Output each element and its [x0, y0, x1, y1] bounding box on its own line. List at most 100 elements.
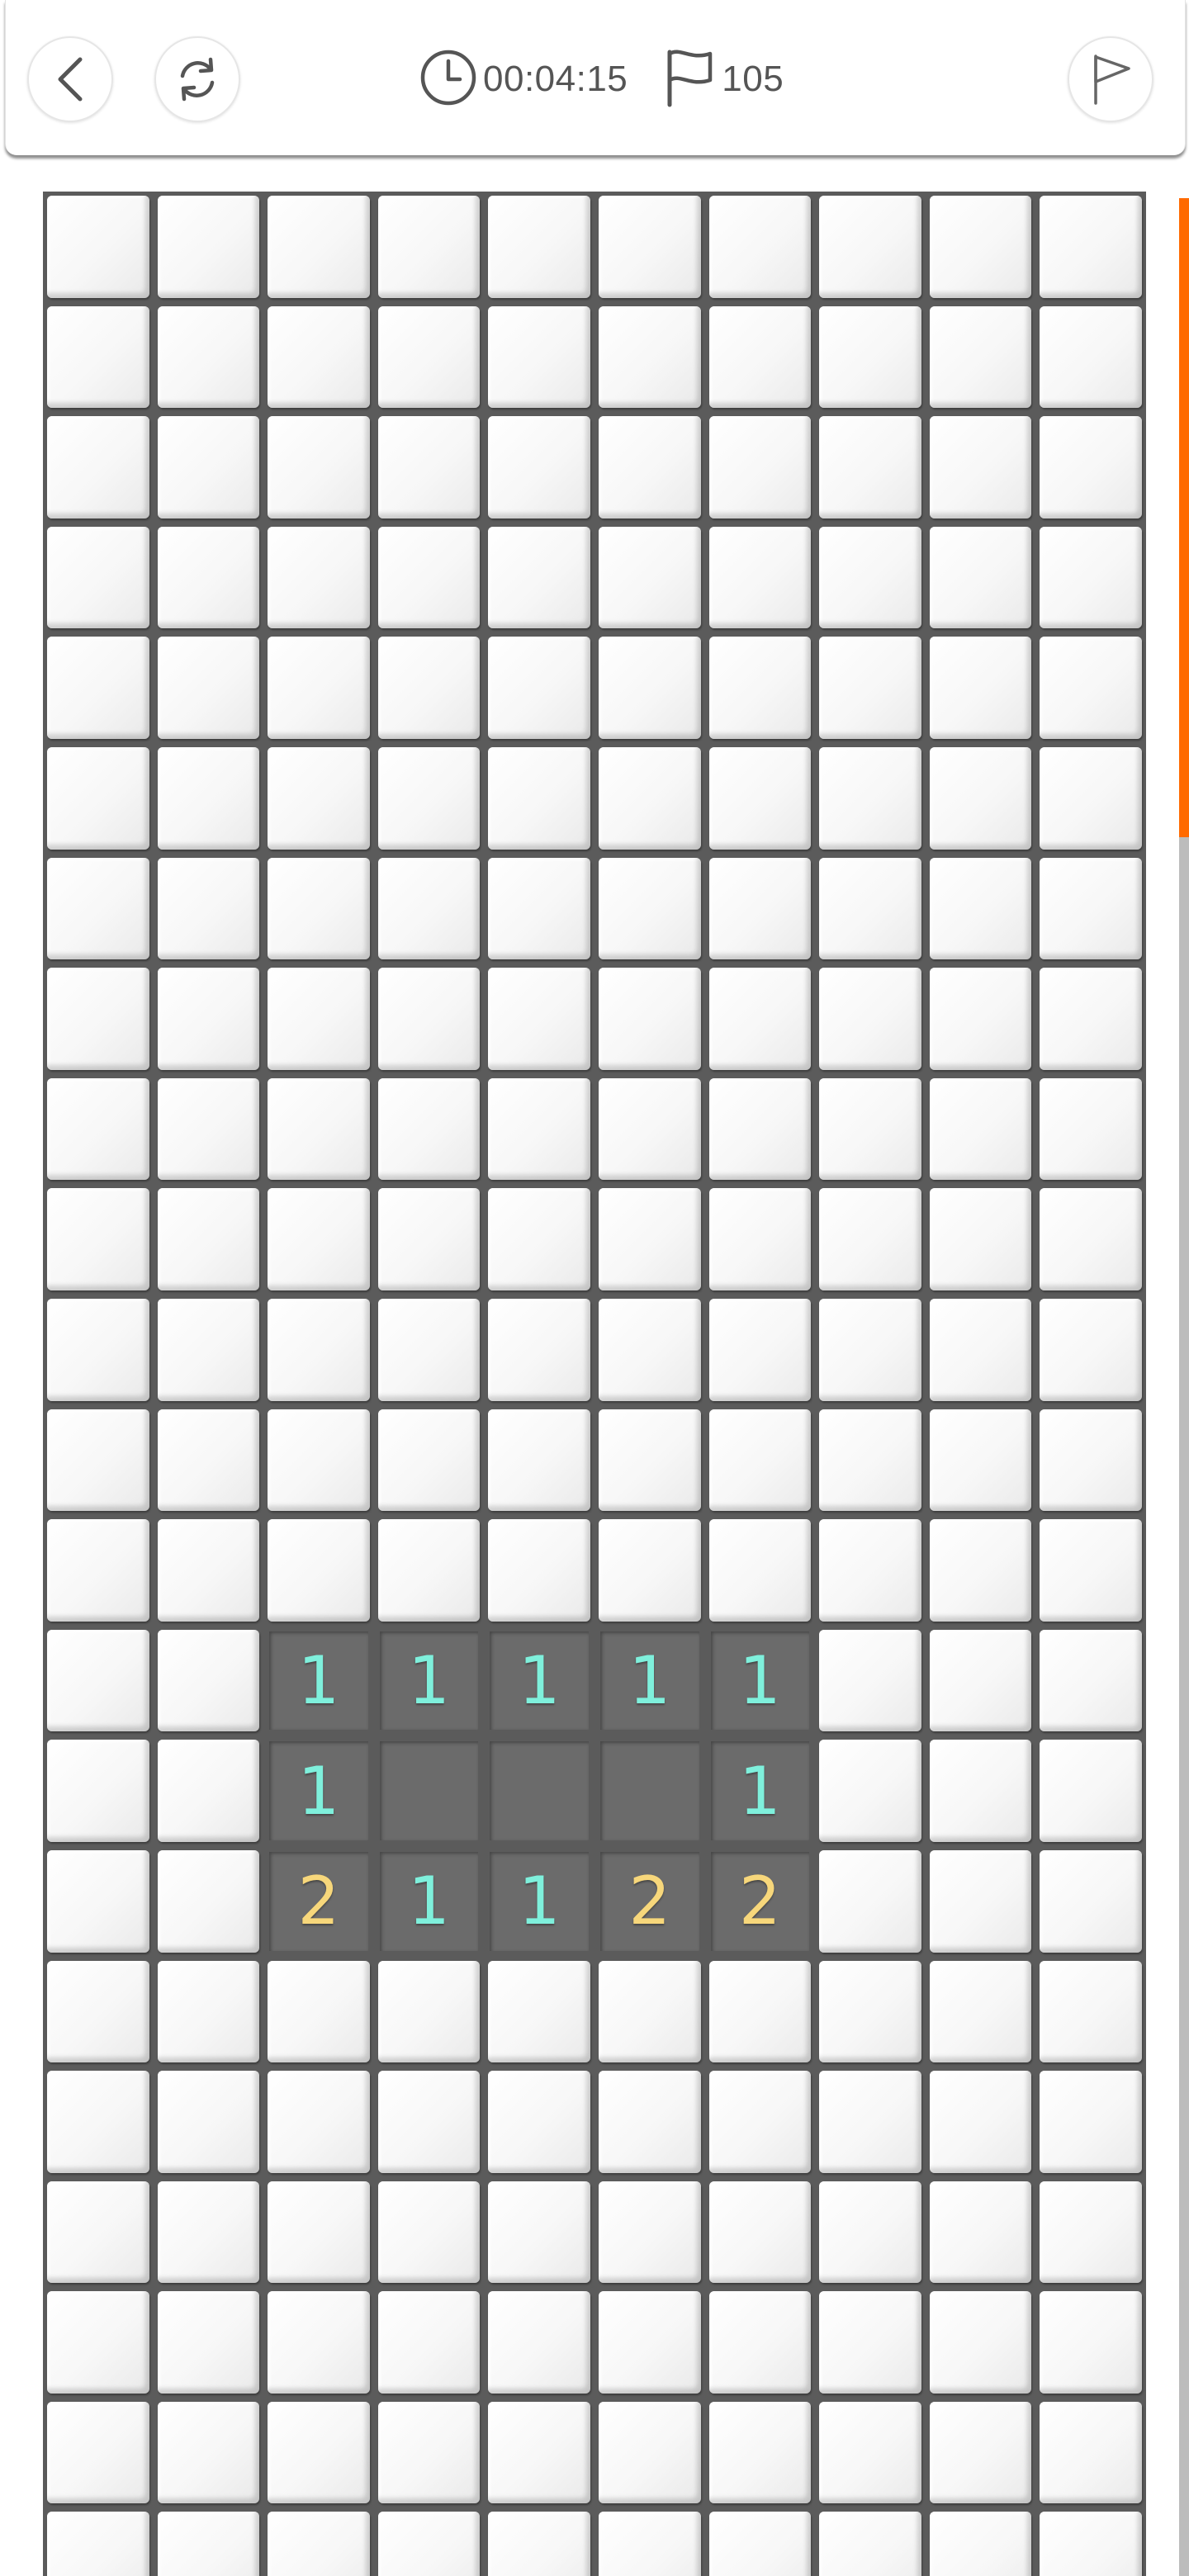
hidden-cell[interactable]: [43, 1074, 154, 1185]
hidden-cell[interactable]: [705, 854, 816, 964]
hidden-cell[interactable]: [594, 412, 705, 523]
hidden-cell[interactable]: [594, 1074, 705, 1185]
hidden-cell[interactable]: [1035, 1074, 1146, 1185]
hidden-cell[interactable]: [263, 523, 374, 633]
revealed-cell[interactable]: 1: [705, 1626, 816, 1736]
hidden-cell[interactable]: [815, 2067, 926, 2177]
hidden-cell[interactable]: [705, 523, 816, 633]
hidden-cell[interactable]: [374, 1074, 485, 1185]
hidden-cell[interactable]: [926, 632, 1036, 743]
hidden-cell[interactable]: [263, 412, 374, 523]
hidden-cell[interactable]: [815, 1295, 926, 1405]
hidden-cell[interactable]: [154, 192, 264, 302]
hidden-cell[interactable]: [154, 1515, 264, 1626]
hidden-cell[interactable]: [594, 523, 705, 633]
hidden-cell[interactable]: [154, 964, 264, 1074]
hidden-cell[interactable]: [926, 1735, 1036, 1846]
hidden-cell[interactable]: [374, 2177, 485, 2288]
hidden-cell[interactable]: [154, 2177, 264, 2288]
hidden-cell[interactable]: [263, 632, 374, 743]
hidden-cell[interactable]: [705, 1074, 816, 1185]
hidden-cell[interactable]: [43, 192, 154, 302]
hidden-cell[interactable]: [1035, 1405, 1146, 1516]
hidden-cell[interactable]: [705, 632, 816, 743]
hidden-cell[interactable]: [594, 964, 705, 1074]
hidden-cell[interactable]: [926, 854, 1036, 964]
scroll-thumb[interactable]: [1179, 198, 1189, 837]
hidden-cell[interactable]: [43, 1846, 154, 1957]
revealed-cell[interactable]: 1: [484, 1846, 594, 1957]
hidden-cell[interactable]: [815, 1184, 926, 1295]
hidden-cell[interactable]: [815, 2177, 926, 2288]
hidden-cell[interactable]: [484, 1295, 594, 1405]
board-scrollbar[interactable]: [1179, 198, 1189, 2576]
hidden-cell[interactable]: [154, 1405, 264, 1516]
hidden-cell[interactable]: [594, 2398, 705, 2508]
hidden-cell[interactable]: [594, 1184, 705, 1295]
hidden-cell[interactable]: [1035, 523, 1146, 633]
hidden-cell[interactable]: [484, 743, 594, 854]
hidden-cell[interactable]: [43, 2287, 154, 2398]
hidden-cell[interactable]: [374, 2067, 485, 2177]
hidden-cell[interactable]: [594, 1515, 705, 1626]
hidden-cell[interactable]: [374, 964, 485, 1074]
hidden-cell[interactable]: [43, 1184, 154, 1295]
hidden-cell[interactable]: [705, 192, 816, 302]
hidden-cell[interactable]: [263, 1184, 374, 1295]
hidden-cell[interactable]: [815, 2398, 926, 2508]
hidden-cell[interactable]: [926, 192, 1036, 302]
hidden-cell[interactable]: [1035, 1957, 1146, 2067]
hidden-cell[interactable]: [263, 964, 374, 1074]
hidden-cell[interactable]: [154, 302, 264, 413]
hidden-cell[interactable]: [43, 1735, 154, 1846]
hidden-cell[interactable]: [705, 2507, 816, 2576]
hidden-cell[interactable]: [926, 964, 1036, 1074]
revealed-cell[interactable]: 1: [263, 1735, 374, 1846]
hidden-cell[interactable]: [43, 1957, 154, 2067]
hidden-cell[interactable]: [374, 192, 485, 302]
flag-mode-button[interactable]: [1068, 36, 1153, 122]
hidden-cell[interactable]: [263, 2287, 374, 2398]
hidden-cell[interactable]: [263, 2177, 374, 2288]
hidden-cell[interactable]: [815, 1735, 926, 1846]
hidden-cell[interactable]: [263, 1074, 374, 1185]
hidden-cell[interactable]: [594, 854, 705, 964]
hidden-cell[interactable]: [263, 2067, 374, 2177]
hidden-cell[interactable]: [815, 854, 926, 964]
hidden-cell[interactable]: [374, 302, 485, 413]
hidden-cell[interactable]: [1035, 412, 1146, 523]
hidden-cell[interactable]: [1035, 964, 1146, 1074]
hidden-cell[interactable]: [154, 1184, 264, 1295]
hidden-cell[interactable]: [705, 2398, 816, 2508]
hidden-cell[interactable]: [263, 2507, 374, 2576]
hidden-cell[interactable]: [263, 2398, 374, 2508]
hidden-cell[interactable]: [705, 2177, 816, 2288]
hidden-cell[interactable]: [43, 2067, 154, 2177]
hidden-cell[interactable]: [484, 2067, 594, 2177]
hidden-cell[interactable]: [926, 1626, 1036, 1736]
hidden-cell[interactable]: [374, 1184, 485, 1295]
hidden-cell[interactable]: [374, 2398, 485, 2508]
hidden-cell[interactable]: [815, 523, 926, 633]
hidden-cell[interactable]: [154, 1846, 264, 1957]
hidden-cell[interactable]: [374, 2507, 485, 2576]
hidden-cell[interactable]: [484, 1957, 594, 2067]
hidden-cell[interactable]: [705, 2287, 816, 2398]
hidden-cell[interactable]: [594, 2177, 705, 2288]
hidden-cell[interactable]: [705, 1184, 816, 1295]
hidden-cell[interactable]: [1035, 632, 1146, 743]
hidden-cell[interactable]: [1035, 2507, 1146, 2576]
hidden-cell[interactable]: [594, 192, 705, 302]
hidden-cell[interactable]: [594, 1957, 705, 2067]
hidden-cell[interactable]: [815, 1626, 926, 1736]
revealed-cell[interactable]: [484, 1735, 594, 1846]
hidden-cell[interactable]: [154, 743, 264, 854]
hidden-cell[interactable]: [926, 1846, 1036, 1957]
hidden-cell[interactable]: [705, 743, 816, 854]
hidden-cell[interactable]: [815, 1074, 926, 1185]
hidden-cell[interactable]: [705, 1515, 816, 1626]
hidden-cell[interactable]: [484, 2287, 594, 2398]
hidden-cell[interactable]: [815, 2507, 926, 2576]
hidden-cell[interactable]: [484, 964, 594, 1074]
hidden-cell[interactable]: [815, 1846, 926, 1957]
